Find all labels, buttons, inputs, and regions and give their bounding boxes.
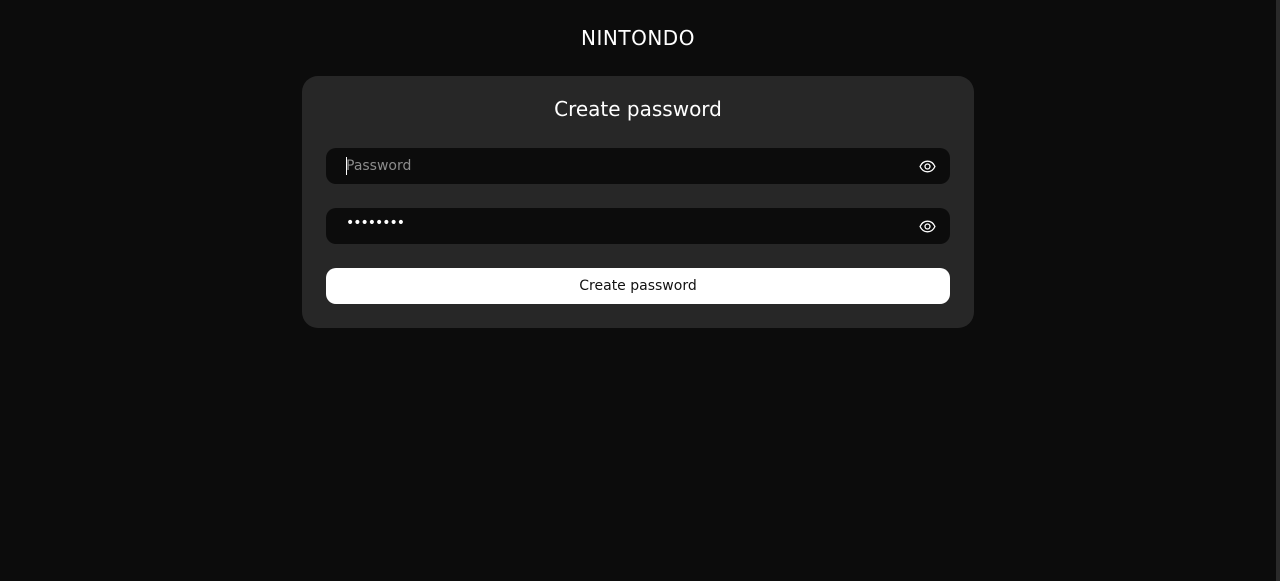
create-password-button[interactable]: Create password	[326, 268, 950, 304]
page: NINTONDO Create password •••••••• Create…	[0, 0, 1280, 581]
card-title: Create password	[554, 97, 722, 121]
password-input[interactable]	[326, 148, 906, 184]
create-password-card: Create password •••••••• Create password	[302, 76, 974, 328]
password-field	[326, 148, 950, 184]
brand-logo: NINTONDO	[581, 26, 695, 50]
confirm-password-field[interactable]: ••••••••	[326, 208, 950, 244]
scrollbar[interactable]	[1276, 0, 1280, 581]
confirm-password-value[interactable]: ••••••••	[346, 215, 405, 231]
text-caret	[346, 157, 347, 175]
eye-icon[interactable]	[919, 218, 936, 235]
eye-icon[interactable]	[919, 158, 936, 175]
